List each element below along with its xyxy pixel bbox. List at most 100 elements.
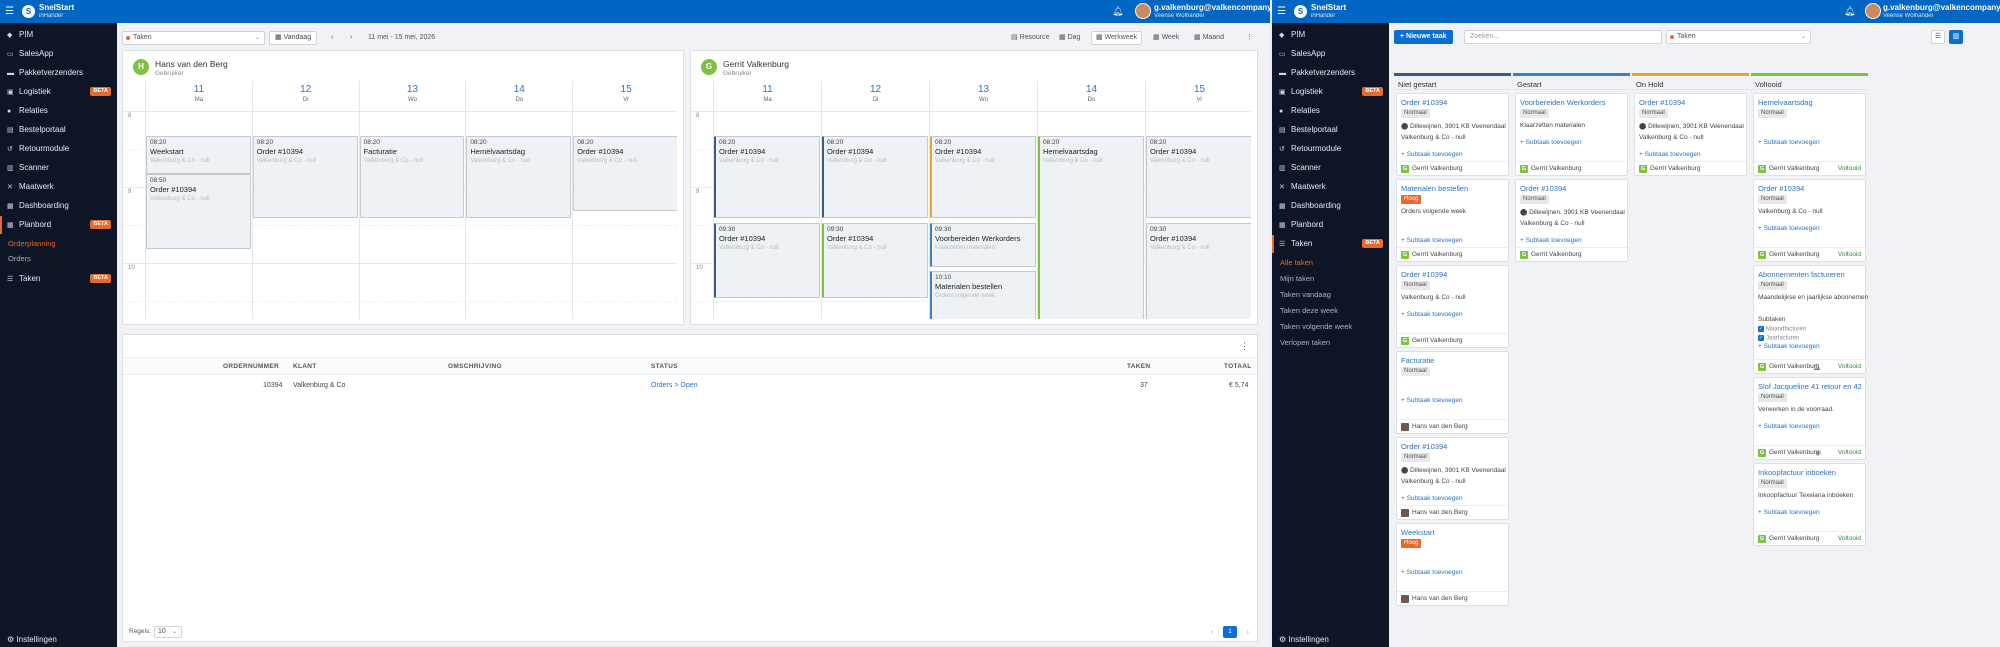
view-dag[interactable]: ▦ Dag [1059, 31, 1080, 45]
calendar-event[interactable]: 08:20 Facturatie Valkenburg & Co - null [359, 136, 465, 218]
bell-icon[interactable]: 🔔︎ [1112, 6, 1123, 17]
add-subtask-button[interactable]: + Subtaak toevoegen [1758, 423, 1820, 430]
sidebar-item-taken[interactable]: ☰ Taken BETA [0, 270, 117, 288]
user-email[interactable]: g.valkenburg@valkencompany.nl [1154, 3, 1270, 12]
card-title[interactable]: Order #10394 [1639, 98, 1685, 107]
col-omschrijving[interactable]: OMSCHRIJVING [448, 363, 502, 370]
calendar-event[interactable]: 09:30 Order #10394 Valkenburg & Co - null [714, 223, 820, 298]
add-subtask-button[interactable]: + Subtaak toevoegen [1639, 151, 1701, 158]
card-title[interactable]: Hemelvaartsdag [1758, 98, 1813, 107]
bell-icon[interactable]: 🔔︎ [1844, 6, 1855, 17]
calendar-event[interactable]: 08:20 Order #10394 Valkenburg & Co - null [714, 136, 820, 218]
menu-icon[interactable]: ☰ [5, 6, 14, 17]
calendar-event[interactable]: 08:20 Order #10394 Valkenburg & Co - null [1146, 136, 1251, 218]
sidebar-item-planbord[interactable]: ▦ Planbord BETA [0, 216, 117, 234]
task-card[interactable]: Slof Jacqueline 41 retour en 42 meeNorma… [1753, 377, 1866, 460]
view-werkweek[interactable]: ▦ Werkweek [1091, 31, 1143, 45]
task-card[interactable]: Order #10394 Normaal Valkenburg & Co - nul… [1396, 265, 1509, 348]
task-card[interactable]: Weekstart Hoog + Subtaak toevoegen Hans van… [1396, 523, 1509, 606]
add-subtask-button[interactable]: + Subtaak toevoegen [1520, 237, 1582, 244]
card-title[interactable]: Order #10394 [1401, 98, 1447, 107]
col-ordernummer[interactable]: ORDERNUMMER [223, 363, 279, 370]
subnav-mijn-taken[interactable]: Mijn taken [1272, 271, 1389, 286]
sidebar-item-maatwerk[interactable]: ✕ Maatwerk [0, 178, 117, 196]
subnav-verlopen-taken[interactable]: Verlopen taken [1272, 335, 1389, 350]
sidebar-item-pakketverzenders[interactable]: ▬ Pakketverzenders [1272, 64, 1389, 82]
new-task-button[interactable]: + Nieuwe taak [1394, 30, 1453, 44]
sidebar-item-scanner[interactable]: ▥ Scanner [1272, 159, 1389, 177]
checkbox-checked-icon[interactable]: ✓ [1758, 326, 1764, 332]
add-subtask-button[interactable]: + Subtaak toevoegen [1758, 225, 1820, 232]
sidebar-item-pim[interactable]: ◆ PIM [1272, 26, 1389, 44]
subtask-item[interactable]: ✓ Maandfacturen [1758, 326, 1806, 333]
add-subtask-button[interactable]: + Subtaak toevoegen [1401, 237, 1463, 244]
sidebar-item-retourmodule[interactable]: ↺ Retourmodule [0, 140, 117, 158]
calendar-event[interactable]: 08:20 Hemelvaartsdag Valkenburg & Co - nul… [1038, 136, 1144, 319]
sidebar-item-scanner[interactable]: ▥ Scanner [0, 159, 117, 177]
card-title[interactable]: Inkoopfactuur inboeken [1758, 468, 1836, 477]
sidebar-item-bestelportaal[interactable]: ▤ Bestelportaal [0, 121, 117, 139]
card-title[interactable]: Weekstart [1401, 528, 1435, 537]
checkbox-checked-icon[interactable]: ✓ [1758, 335, 1764, 341]
sidebar-item-relaties[interactable]: ● Relaties [0, 102, 117, 120]
add-subtask-button[interactable]: + Subtaak toevoegen [1401, 151, 1463, 158]
sidebar-item-retourmodule[interactable]: ↺ Retourmodule [1272, 140, 1389, 158]
page-1-button[interactable]: 1 [1223, 626, 1237, 638]
sidebar-item-logistiek[interactable]: ▣ Logistiek BETA [0, 83, 117, 101]
col-status[interactable]: STATUS [651, 363, 678, 370]
card-title[interactable]: Voorbereiden Werkorders [1520, 98, 1605, 107]
sidebar-item-logistiek[interactable]: ▣ Logistiek BETA [1272, 83, 1389, 101]
prev-page-button[interactable]: ‹ [1211, 629, 1213, 636]
subnav-orders[interactable]: Orders [0, 251, 117, 266]
calendar-event[interactable]: 08:20 Weekstart Valkenburg & Co - null [146, 136, 251, 174]
task-card[interactable]: Order #10394 Normaal ⬤ Dillewijnen, 3901 K… [1396, 437, 1509, 520]
task-card[interactable]: Voorbereiden Werkorders Normaal Klaarzette… [1515, 93, 1628, 176]
calendar-event[interactable]: 08:50 Order #10394 Valkenburg & Co - null [146, 174, 251, 249]
board-view-icon[interactable]: ▥ [1949, 30, 1963, 44]
sidebar-item-dashboarding[interactable]: ▦ Dashboarding [1272, 197, 1389, 215]
avatar[interactable] [1135, 3, 1151, 19]
settings-link[interactable]: ⚙ Instellingen [1279, 635, 1329, 644]
sidebar-item-dashboarding[interactable]: ▦ Dashboarding [0, 197, 117, 215]
card-title[interactable]: Order #10394 [1401, 442, 1447, 451]
task-card[interactable]: Order #10394 Normaal ⬤ Dillewijnen, 3901 K… [1515, 179, 1628, 262]
sidebar-item-salesapp[interactable]: ▭ SalesApp [0, 45, 117, 63]
sidebar-item-pim[interactable]: ◆ PIM [0, 26, 117, 44]
task-card[interactable]: Order #10394 Normaal ⬤ Dillewijnen, 3901 K… [1634, 93, 1747, 176]
view-week[interactable]: ▦ Week [1153, 31, 1179, 45]
task-card[interactable]: Abonnementen factureren Normaal Maandelijk… [1753, 265, 1868, 374]
calendar-event[interactable]: 09:30 Order #10394 Valkenburg & Co - null [1146, 223, 1251, 319]
sidebar-item-relaties[interactable]: ● Relaties [1272, 102, 1389, 120]
task-filter-select[interactable]: Taken ⌄ [1666, 30, 1811, 44]
cell-status[interactable]: Orders > Open [651, 382, 698, 389]
user-email[interactable]: g.valkenburg@valkencompany.nl [1883, 3, 2000, 12]
task-card[interactable]: Facturatie Normaal + Subtaak toevoegen Hans… [1396, 351, 1509, 434]
sidebar-item-salesapp[interactable]: ▭ SalesApp [1272, 45, 1389, 63]
subnav-taken-volgende-week[interactable]: Taken volgende week [1272, 319, 1389, 334]
calendar-event[interactable]: 08:20 Order #10394 Valkenburg & Co - null [930, 136, 1036, 218]
sidebar-item-maatwerk[interactable]: ✕ Maatwerk [1272, 178, 1389, 196]
col-taken[interactable]: TAKEN [1127, 363, 1150, 370]
subnav-alle-taken[interactable]: Alle taken [1272, 255, 1389, 270]
calendar-event[interactable]: 09:30 Order #10394 Valkenburg & Co - null [822, 223, 928, 298]
view-maand[interactable]: ▦ Maand [1194, 31, 1224, 45]
subnav-taken-vandaag[interactable]: Taken vandaag [1272, 287, 1389, 302]
calendar-event[interactable]: 08:20 Order #10394 Valkenburg & Co - null [822, 136, 928, 218]
calendar-event[interactable]: 10:10 Materialen bestellen Orders volgende… [930, 271, 1036, 319]
sidebar-item-pakketverzenders[interactable]: ▬ Pakketverzenders [0, 64, 117, 82]
calendar-event[interactable]: 08:20 Order #10394 Valkenburg & Co - null [252, 136, 358, 218]
rows-select[interactable]: 10 ⌄ [154, 626, 182, 638]
card-title[interactable]: Materialen bestellen [1401, 184, 1468, 193]
sidebar-item-taken[interactable]: ☰ Taken BETA [1272, 235, 1389, 253]
add-subtask-button[interactable]: + Subtaak toevoegen [1401, 569, 1463, 576]
sidebar-item-bestelportaal[interactable]: ▤ Bestelportaal [1272, 121, 1389, 139]
col-klant[interactable]: KLANT [293, 363, 317, 370]
today-button[interactable]: ▦ Vandaag [269, 31, 318, 45]
add-subtask-button[interactable]: + Subtaak toevoegen [1520, 139, 1582, 146]
task-filter-select[interactable]: Taken ⌄ [122, 31, 265, 45]
sidebar-item-planbord[interactable]: ▦ Planbord [1272, 216, 1389, 234]
task-card[interactable]: Order #10394 Normaal Valkenburg & Co - nul… [1753, 179, 1866, 262]
add-subtask-button[interactable]: + Subtaak toevoegen [1758, 139, 1820, 146]
calendar-event[interactable]: 08:20 Hemelvaartsdag Valkenburg & Co - nul… [466, 136, 572, 218]
search-input[interactable]: Zoeken... [1464, 30, 1662, 44]
